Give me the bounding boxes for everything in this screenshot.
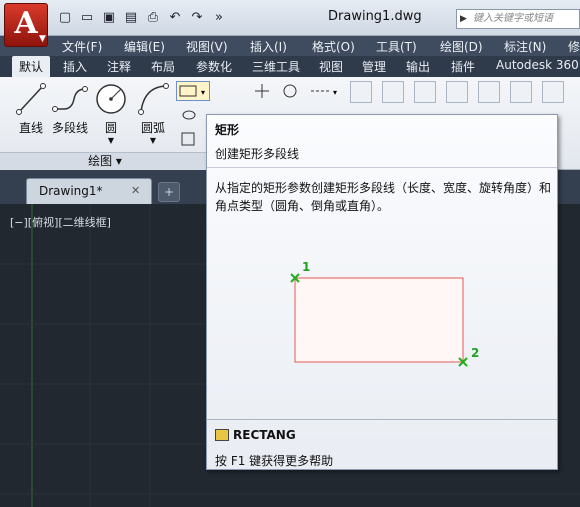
tab-default[interactable]: 默认 xyxy=(12,56,51,77)
circle-tool[interactable]: 圆 ▼ xyxy=(94,81,128,145)
menu-bar: 文件(F) 编辑(E) 视图(V) 插入(I) 格式(O) 工具(T) 绘图(D… xyxy=(0,36,580,56)
arc-icon xyxy=(138,83,169,115)
rectangle-button[interactable]: ▾ xyxy=(176,81,210,101)
tab-view[interactable]: 视图 xyxy=(319,58,343,75)
menu-file[interactable]: 文件(F) xyxy=(62,38,102,55)
close-icon[interactable]: ✕ xyxy=(131,184,140,197)
search-expand-icon[interactable]: ▶ xyxy=(460,10,467,28)
save-as-icon[interactable]: ▤ xyxy=(122,9,140,27)
application-menu-button[interactable]: A ▼ xyxy=(4,3,48,47)
draw-panel-label[interactable]: 绘图 ▾ xyxy=(0,152,210,170)
example-rectangle xyxy=(294,277,464,363)
search-placeholder: 键入关键字或短语 xyxy=(473,13,553,24)
layer-icon[interactable] xyxy=(382,81,404,103)
tooltip-command: RECTANG xyxy=(233,428,296,442)
tooltip-divider-bottom xyxy=(207,419,557,420)
redo-icon[interactable]: ↷ xyxy=(188,9,206,27)
draw-order-icon[interactable] xyxy=(324,81,346,101)
menu-tools[interactable]: 工具(T) xyxy=(376,38,417,55)
title-bar: A ▼ ▢ ▭ ▣ ▤ ⎙ ↶ ↷ » Drawing1.dwg ▶ 键入关键字… xyxy=(0,0,580,47)
new-tab-icon[interactable]: + xyxy=(158,182,180,202)
rectangle-icon: ▾ xyxy=(179,85,205,97)
svg-text:▾: ▾ xyxy=(201,88,205,97)
move-icon[interactable] xyxy=(251,81,273,101)
layer-lock-icon[interactable] xyxy=(478,81,500,103)
ribbon-tab-bar: 默认 插入 注释 布局 参数化 三维工具 视图 管理 输出 插件 Autodes… xyxy=(0,56,580,77)
polyline-tool-label: 多段线 xyxy=(51,121,88,135)
point-1-label: 1 xyxy=(302,260,310,274)
print-icon[interactable]: ⎙ xyxy=(144,9,162,27)
autocad-logo: A xyxy=(14,6,38,41)
more-icon[interactable]: » xyxy=(210,9,228,27)
chevron-down-icon[interactable]: ▼ xyxy=(94,136,128,145)
tooltip-title: 矩形 xyxy=(215,123,240,137)
tab-insert[interactable]: 插入 xyxy=(63,58,87,75)
line-icon xyxy=(16,83,46,115)
tab-output[interactable]: 输出 xyxy=(406,58,430,75)
tooltip-divider xyxy=(207,167,557,168)
circle-tool-label: 圆 xyxy=(104,121,117,135)
menu-insert[interactable]: 插入(I) xyxy=(250,38,287,55)
tab-parametric[interactable]: 参数化 xyxy=(196,58,232,75)
rectangle-illustration: 1 2 xyxy=(290,260,479,367)
menu-draw[interactable]: 绘图(D) xyxy=(440,38,483,55)
layer-freeze-icon[interactable] xyxy=(446,81,468,103)
point-2-label: 2 xyxy=(471,346,479,360)
circle-icon xyxy=(96,84,126,114)
layer-on-icon[interactable] xyxy=(414,81,436,103)
quick-access-toolbar: ▢ ▭ ▣ ▤ ⎙ ↶ ↷ » xyxy=(56,9,228,27)
document-tab-label: Drawing1* xyxy=(39,184,103,198)
new-icon[interactable]: ▢ xyxy=(56,9,74,27)
command-icon xyxy=(215,429,229,441)
menu-format[interactable]: 格式(O) xyxy=(312,38,355,55)
rotate-icon[interactable] xyxy=(279,81,301,101)
tab-manage[interactable]: 管理 xyxy=(362,58,386,75)
arc-tool-label: 圆弧 xyxy=(140,121,165,135)
tab-autodesk-360[interactable]: Autodesk 360 xyxy=(496,58,579,72)
search-input[interactable]: ▶ 键入关键字或短语 xyxy=(456,9,580,29)
polyline-icon xyxy=(52,86,88,112)
tab-3d-tools[interactable]: 三维工具 xyxy=(252,58,300,75)
document-tab-drawing1[interactable]: Drawing1* ✕ xyxy=(26,178,152,204)
layer-match-icon[interactable] xyxy=(510,81,532,103)
save-icon[interactable]: ▣ xyxy=(100,9,118,27)
hatch-icon[interactable] xyxy=(178,105,200,125)
gradient-icon[interactable] xyxy=(178,129,200,149)
arc-tool[interactable]: 圆弧 ▼ xyxy=(136,81,170,145)
layer-properties-icon[interactable] xyxy=(350,81,372,103)
layer-isolate-icon[interactable] xyxy=(542,81,564,103)
tab-layout[interactable]: 布局 xyxy=(151,58,175,75)
tooltip-help: 按 F1 键获得更多帮助 xyxy=(215,454,334,468)
tooltip-subtitle: 创建矩形多段线 xyxy=(215,147,300,161)
menu-edit[interactable]: 编辑(E) xyxy=(124,38,165,55)
tab-plugins[interactable]: 插件 xyxy=(451,58,475,75)
menu-dimension[interactable]: 标注(N) xyxy=(504,38,546,55)
open-icon[interactable]: ▭ xyxy=(78,9,96,27)
undo-icon[interactable]: ↶ xyxy=(166,9,184,27)
line-tool[interactable]: 直线 xyxy=(14,81,48,136)
polyline-tool[interactable]: 多段线 xyxy=(50,81,90,136)
chevron-down-icon[interactable]: ▼ xyxy=(136,136,170,145)
window-title: Drawing1.dwg xyxy=(328,9,422,24)
rectangle-tooltip: 矩形 创建矩形多段线 从指定的矩形参数创建矩形多段线（长度、宽度、旋转角度）和角… xyxy=(206,114,558,470)
viewport-controls[interactable]: [−][俯视][二维线框] xyxy=(10,214,111,230)
menu-view[interactable]: 视图(V) xyxy=(186,38,228,55)
chevron-down-icon: ▼ xyxy=(39,34,46,44)
tab-annotate[interactable]: 注释 xyxy=(107,58,131,75)
line-tool-label: 直线 xyxy=(18,121,43,135)
menu-modify[interactable]: 修 xyxy=(568,38,580,55)
tooltip-description: 从指定的矩形参数创建矩形多段线（长度、宽度、旋转角度）和角点类型（圆角、倒角或直… xyxy=(215,181,552,213)
